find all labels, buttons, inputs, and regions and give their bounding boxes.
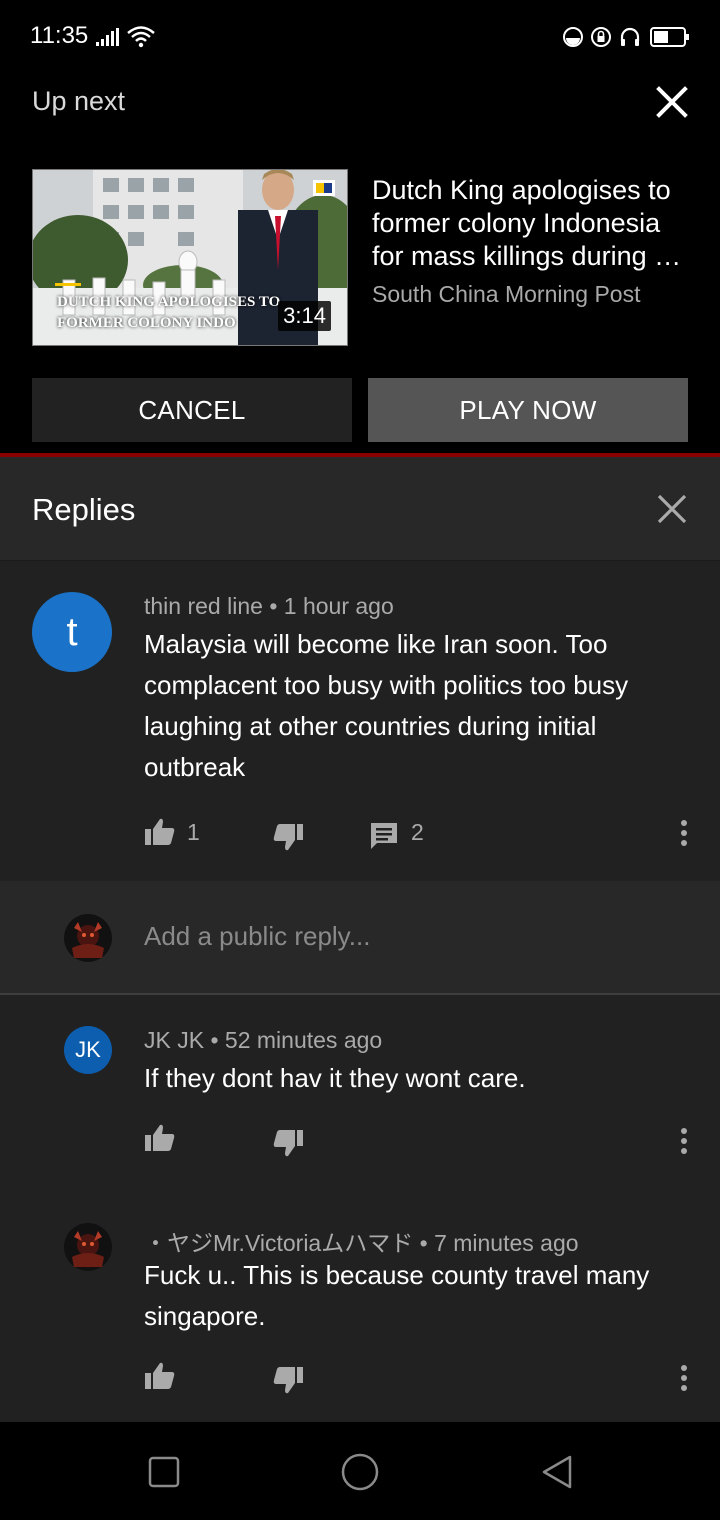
reply-author[interactable]: ・ヤジMr.Victoriaムハマド — [144, 1230, 413, 1256]
video-thumbnail[interactable]: DUTCH KING APOLOGISES TO FORMER COLONY I… — [32, 169, 348, 346]
signal-icon — [96, 28, 119, 46]
wifi-icon — [127, 26, 155, 48]
close-icon[interactable] — [650, 80, 694, 124]
avatar[interactable]: JK — [64, 1026, 112, 1074]
dislike-icon[interactable] — [272, 1127, 304, 1159]
lock-rotation-icon — [591, 27, 611, 47]
more-vert-icon[interactable] — [679, 1127, 689, 1155]
reply-meta: ・ヤジMr.Victoriaムハマド • 7 minutes ago — [144, 1230, 579, 1256]
comment-meta: thin red line • 1 hour ago — [144, 593, 394, 619]
like-icon[interactable] — [144, 816, 176, 848]
dislike-icon[interactable] — [272, 1364, 304, 1396]
replies-header: Replies — [0, 457, 720, 561]
user-avatar — [64, 914, 112, 962]
data-saver-icon — [563, 27, 583, 47]
home-icon[interactable] — [341, 1453, 379, 1491]
status-bar: 11:35 — [0, 0, 720, 72]
like-count: 1 — [187, 819, 200, 845]
video-channel: South China Morning Post — [372, 281, 641, 307]
more-vert-icon[interactable] — [679, 819, 689, 847]
play-now-button[interactable]: PLAY NOW — [368, 378, 688, 442]
comment-icon[interactable] — [368, 819, 400, 851]
like-icon[interactable] — [144, 1122, 176, 1154]
comment-text: Malaysia will become like Iran soon. Too… — [144, 629, 629, 782]
video-duration: 3:14 — [278, 301, 331, 331]
reply-time: 7 minutes ago — [434, 1230, 579, 1256]
reply-text: If they dont hav it they wont care. — [144, 1063, 526, 1093]
add-reply-input[interactable]: Add a public reply... — [144, 921, 370, 952]
like-icon[interactable] — [144, 1360, 176, 1392]
more-vert-icon[interactable] — [679, 1364, 689, 1392]
reply-item: ・ヤジMr.Victoriaムハマド • 7 minutes ago Fuck … — [0, 1192, 720, 1422]
reply-meta: JK JK • 52 minutes ago — [144, 1027, 383, 1053]
avatar[interactable]: t — [32, 592, 112, 672]
reply-text: Fuck u.. This is because county travel m… — [144, 1260, 650, 1331]
reply-time: 52 minutes ago — [224, 1027, 383, 1053]
replies-title: Replies — [32, 492, 136, 527]
dislike-icon[interactable] — [272, 821, 304, 853]
recents-icon[interactable] — [148, 1456, 180, 1488]
comment-author[interactable]: thin red line — [144, 593, 263, 619]
close-icon[interactable] — [654, 491, 690, 527]
navigation-bar — [0, 1422, 720, 1520]
video-title[interactable]: Dutch King apologises to former colony I… — [372, 174, 702, 273]
reply-author[interactable]: JK JK — [144, 1027, 204, 1053]
cancel-button[interactable]: CANCEL — [32, 378, 352, 442]
up-next-label: Up next — [32, 86, 126, 116]
battery-icon — [650, 27, 689, 47]
avatar[interactable] — [64, 1223, 112, 1271]
headphones-icon — [620, 27, 640, 46]
reply-item: JK JK JK • 52 minutes ago If they dont h… — [0, 995, 720, 1190]
replies-panel: Replies t thin red line • 1 hour ago Mal… — [0, 457, 720, 1422]
back-icon[interactable] — [540, 1454, 574, 1490]
status-time: 11:35 — [30, 22, 89, 49]
reply-count: 2 — [411, 819, 424, 845]
comment-time: 1 hour ago — [283, 593, 394, 619]
thumbnail-caption: DUTCH KING APOLOGISES TO FORMER COLONY I… — [57, 294, 281, 331]
add-reply-row[interactable]: Add a public reply... — [0, 881, 720, 995]
parent-comment: t thin red line • 1 hour ago Malaysia wi… — [0, 561, 720, 880]
